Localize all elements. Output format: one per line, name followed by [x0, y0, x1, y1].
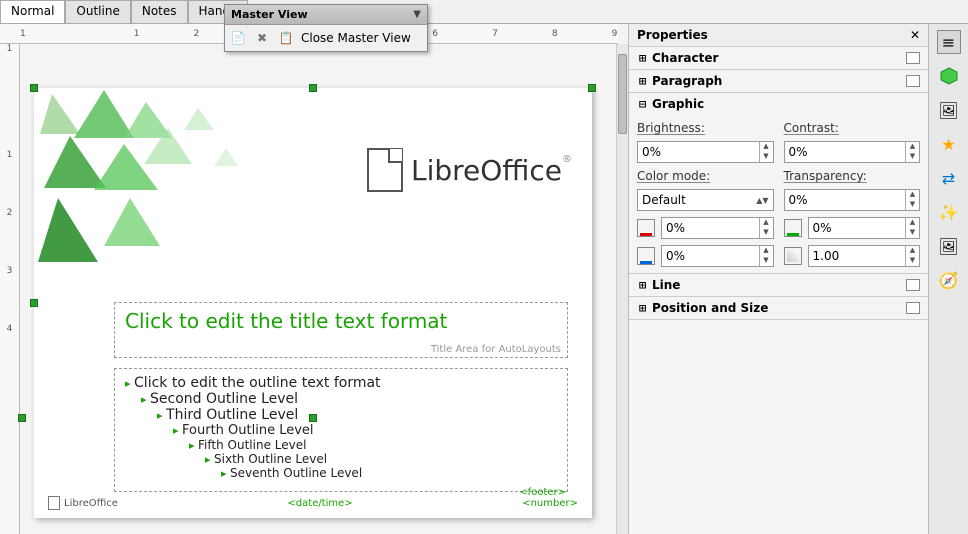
gamma-icon [784, 247, 802, 265]
section-icon[interactable] [906, 75, 920, 87]
colormode-select[interactable]: Default▲▼ [637, 189, 774, 211]
footer-logo: LibreOffice [48, 496, 118, 510]
handle-w[interactable] [30, 299, 38, 307]
handle-n[interactable] [309, 84, 317, 92]
handle-mid[interactable] [309, 414, 317, 422]
properties-deck-icon[interactable]: ≡ [937, 30, 961, 54]
red-input[interactable]: 0%▲▼ [661, 217, 774, 239]
blue-icon [637, 247, 655, 265]
master-view-toolbar[interactable]: Master View ▼ 📄 ✖ 📋 Close Master View [224, 4, 428, 52]
master-slide[interactable]: LibreOffice® Click to edit the title tex… [34, 88, 592, 518]
scrollbar-vertical[interactable] [616, 44, 628, 534]
slide-footer: LibreOffice <date/time> <number> [48, 494, 578, 512]
contrast-label: Contrast: [784, 121, 921, 135]
blue-input[interactable]: 0%▲▼ [661, 245, 774, 267]
green-icon [784, 219, 802, 237]
section-character[interactable]: ⊞Character [629, 47, 928, 69]
rename-master-icon[interactable]: 📋 [277, 29, 295, 47]
green-input[interactable]: 0%▲▼ [808, 217, 921, 239]
scroll-thumb[interactable] [618, 54, 627, 134]
properties-panel: Properties ✕ ⊞Character ⊞Paragraph ⊟Grap… [628, 24, 928, 534]
properties-title: Properties [637, 28, 708, 42]
toolbar-dropdown-icon[interactable]: ▼ [413, 9, 421, 20]
gallery-icon[interactable]: 🖼 [937, 98, 961, 122]
section-graphic[interactable]: ⊟Graphic [629, 93, 928, 115]
outline-l7[interactable]: Seventh Outline Level [221, 466, 557, 480]
toolbar-title-bar[interactable]: Master View ▼ [225, 5, 427, 25]
title-text[interactable]: Click to edit the title text format [125, 309, 557, 333]
master-pages-icon[interactable]: 🖼 [937, 234, 961, 258]
transparency-input[interactable]: 0%▲▼ [784, 189, 921, 211]
outline-l4[interactable]: Fourth Outline Level [173, 423, 557, 438]
section-position-size[interactable]: ⊞Position and Size [629, 297, 928, 319]
sidebar-deck: ≡ 🖼 ★ ⇄ ✨ 🖼 🧭 [928, 24, 968, 534]
star-icon[interactable]: ★ [937, 132, 961, 156]
handle-nw[interactable] [30, 84, 38, 92]
delete-master-icon: ✖ [253, 29, 271, 47]
decorative-triangles [34, 88, 294, 278]
handle-mid-w[interactable] [18, 414, 26, 422]
outline-l2[interactable]: Second Outline Level [141, 391, 557, 407]
handle-ne[interactable] [588, 84, 596, 92]
tab-normal[interactable]: Normal [0, 0, 65, 23]
close-icon[interactable]: ✕ [910, 28, 920, 42]
section-icon[interactable] [906, 52, 920, 64]
footer-datetime[interactable]: <date/time> [287, 498, 352, 509]
libreoffice-logo: LibreOffice® [367, 148, 572, 192]
close-master-view-button[interactable]: Close Master View [301, 31, 411, 45]
toolbar-title: Master View [231, 8, 308, 21]
title-placeholder[interactable]: Click to edit the title text format Titl… [114, 302, 568, 358]
outline-l6[interactable]: Sixth Outline Level [205, 452, 557, 466]
gamma-input[interactable]: 1.00▲▼ [808, 245, 921, 267]
animation-icon[interactable]: ✨ [937, 200, 961, 224]
section-icon[interactable] [906, 302, 920, 314]
view-tabs: Normal Outline Notes Hando [0, 0, 968, 24]
section-paragraph[interactable]: ⊞Paragraph [629, 70, 928, 92]
title-hint: Title Area for AutoLayouts [431, 344, 561, 355]
outline-placeholder[interactable]: Click to edit the outline text format Se… [114, 368, 568, 492]
section-icon[interactable] [906, 279, 920, 291]
colormode-label: Color mode: [637, 169, 774, 183]
brightness-label: Brightness: [637, 121, 774, 135]
outline-l3[interactable]: Third Outline Level [157, 407, 557, 423]
outline-l5[interactable]: Fifth Outline Level [189, 438, 557, 452]
logo-registered: ® [562, 154, 572, 165]
transparency-label: Transparency: [784, 169, 921, 183]
tab-notes[interactable]: Notes [131, 0, 188, 23]
navigator-icon[interactable]: 🧭 [937, 268, 961, 292]
red-icon [637, 219, 655, 237]
footer-number[interactable]: <number> [522, 498, 578, 509]
outline-l1[interactable]: Click to edit the outline text format [125, 375, 557, 391]
ruler-vertical[interactable]: 11234 [0, 44, 20, 534]
logo-text: LibreOffice [411, 154, 562, 187]
slide-transition-icon[interactable]: ⇄ [937, 166, 961, 190]
section-line[interactable]: ⊞Line [629, 274, 928, 296]
new-master-icon[interactable]: 📄 [229, 29, 247, 47]
contrast-input[interactable]: 0%▲▼ [784, 141, 921, 163]
slide-editor[interactable]: 11234567891011 11234 LibreOffice® [0, 24, 628, 534]
tab-outline[interactable]: Outline [65, 0, 130, 23]
brightness-input[interactable]: 0%▲▼ [637, 141, 774, 163]
footer-text[interactable]: <footer> [519, 487, 566, 498]
cube-icon[interactable] [937, 64, 961, 88]
logo-icon [367, 148, 403, 192]
